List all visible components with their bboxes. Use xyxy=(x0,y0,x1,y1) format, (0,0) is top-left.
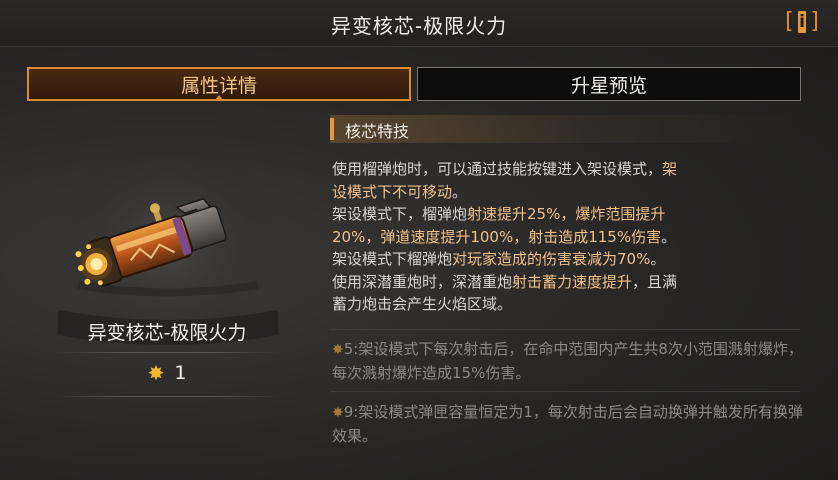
bracket-left: [ xyxy=(782,9,796,34)
upgrade-text: 架设模式下每次射击后，在命中范围内产生共8次小范围溅射爆炸，每次溅射爆炸造成15… xyxy=(332,340,803,382)
divider xyxy=(330,329,800,330)
description-line: 20%，弹道速度提升100%，射击造成115%伤害。 xyxy=(332,227,677,246)
description-line: 架设模式下，榴弹炮射速提升25%，爆炸范围提升 xyxy=(332,205,666,223)
tab-star-preview[interactable]: 升星预览 xyxy=(417,67,801,101)
tab-attributes-label: 属性详情 xyxy=(180,74,257,97)
active-tab-indicator xyxy=(214,95,224,101)
star-rank-value: 1 xyxy=(174,362,187,384)
description-line: 蓄力炮击会产生火焰区域。 xyxy=(332,295,513,313)
star-icon: ✸ xyxy=(147,361,165,385)
section-accent-bar xyxy=(330,118,334,140)
section-title: 核芯特技 xyxy=(345,122,410,141)
info-icon: i xyxy=(798,11,806,33)
skill-description: 使用榴弹炮时，可以通过技能按键进入架设模式，架 设模式下不可移动。 架设模式下，… xyxy=(332,158,810,316)
tab-star-preview-label: 升星预览 xyxy=(570,74,647,97)
description-line: 使用深潜重炮时，深潜重炮射击蓄力速度提升，且满 xyxy=(332,272,678,291)
item-name: 异变核芯-极限火力 xyxy=(87,322,247,344)
bracket-right: ] xyxy=(808,9,822,34)
tab-attributes[interactable]: 属性详情 xyxy=(27,67,411,101)
upgrade-star-5: ✸5:架设模式下每次射击后，在命中范围内产生共8次小范围溅射爆炸，每次溅射爆炸造… xyxy=(332,338,810,384)
upgrade-text: 架设模式弹匣容量恒定为1，每次射击后会自动换弹并触发所有换弹效果。 xyxy=(332,403,803,445)
upgrade-level: 5: xyxy=(343,340,359,358)
description-line: 使用榴弹炮时，可以通过技能按键进入架设模式，架 xyxy=(332,160,678,178)
divider xyxy=(55,352,280,353)
upgrade-star-9: ✸9:架设模式弹匣容量恒定为1，每次射击后会自动换弹并触发所有换弹效果。 xyxy=(332,401,810,447)
section-header: 核芯特技 xyxy=(330,115,800,143)
divider xyxy=(55,396,280,397)
page-title: 异变核芯-极限火力 xyxy=(330,14,508,38)
title-bar: 异变核芯-极限火力 [ i ] xyxy=(0,0,838,47)
upgrade-level: 9: xyxy=(343,403,359,421)
star-rank: ✸ 1 xyxy=(27,362,307,384)
divider xyxy=(330,391,800,392)
star-icon: ✸ xyxy=(332,405,344,421)
info-button[interactable]: [ i ] xyxy=(782,8,822,36)
star-icon: ✸ xyxy=(332,342,344,358)
description-line: 架设模式下榴弹炮对玩家造成的伤害衰减为70%。 xyxy=(332,250,666,268)
description-line: 设模式下不可移动。 xyxy=(332,182,468,201)
